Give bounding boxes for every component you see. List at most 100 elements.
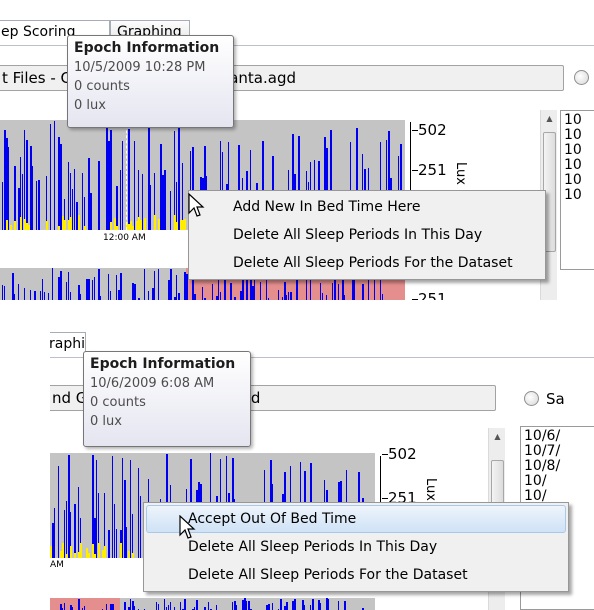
activity-bar (302, 600, 304, 610)
scroll-up-icon[interactable]: ▲ (489, 428, 506, 445)
activity-bar (44, 292, 45, 300)
activity-bar (116, 186, 118, 230)
activity-bar (110, 604, 112, 610)
activity-bar (40, 291, 41, 300)
activity-bar (54, 121, 55, 230)
activity-bar (92, 280, 93, 300)
lux-bar (78, 215, 80, 230)
activity-bar (142, 174, 143, 230)
activity-bar (66, 282, 67, 300)
list-item[interactable]: 10 (564, 143, 594, 158)
activity-bar (4, 286, 5, 300)
lux-bar (128, 551, 130, 558)
menu-item-delete-dataset-periods[interactable]: Delete All Sleep Periods For the Dataset (146, 561, 566, 589)
midnight-marker (126, 120, 127, 230)
menu-item-add-in-bed-time[interactable]: Add New In Bed Time Here (191, 193, 543, 221)
lux-bar (6, 220, 8, 230)
scroll-up-icon[interactable]: ▲ (541, 110, 558, 127)
list-item[interactable]: 10/ (524, 474, 594, 489)
activity-bar (252, 286, 254, 300)
activity-bar (268, 298, 269, 300)
activity-bar (164, 599, 165, 610)
activity-bar (178, 293, 180, 300)
list-item[interactable]: 10 (564, 113, 594, 128)
lux-bar (154, 215, 156, 230)
list-item[interactable]: 10/6/ (524, 429, 594, 444)
lux-bar (116, 226, 118, 230)
lux-bar (110, 222, 112, 230)
activity-bar (18, 188, 20, 230)
radio-button[interactable] (574, 70, 589, 85)
list-item[interactable]: 10/8/ (524, 459, 594, 474)
activity-bar (120, 273, 122, 300)
menu-item-delete-day-periods[interactable]: Delete All Sleep Periods In This Day (191, 221, 543, 249)
list-item[interactable]: 10 (564, 188, 594, 203)
activity-bar (148, 124, 150, 230)
activity-bar (130, 599, 131, 610)
activity-bar (168, 280, 170, 300)
activity-bar (66, 501, 67, 558)
activity-bar (284, 282, 286, 300)
lux-bar (130, 221, 132, 230)
lux-bar (114, 218, 116, 230)
lux-bar (58, 226, 60, 230)
activity-bar (134, 141, 135, 230)
menu-item-delete-dataset-periods[interactable]: Delete All Sleep Periods For the Dataset (191, 249, 543, 277)
activity-bar (266, 605, 268, 610)
activity-bar (84, 197, 85, 230)
activity-bar (14, 294, 15, 300)
activity-bar (374, 277, 375, 300)
activity-bar (182, 163, 183, 230)
list-item[interactable]: 10 (564, 128, 594, 143)
activity-bar (68, 272, 69, 300)
activity-bar (282, 297, 283, 300)
activity-bar (246, 601, 247, 610)
sleep-period-list[interactable]: 10 10 10 10 10 10 (560, 110, 594, 270)
menu-item-accept-out-of-bed-time[interactable]: Accept Out Of Bed Time (146, 505, 566, 533)
activity-bar (60, 271, 62, 300)
activity-bar (54, 508, 55, 558)
activity-bar (94, 518, 96, 558)
y-axis-label: Lux (453, 162, 468, 185)
list-item[interactable]: 10/7/ (524, 444, 594, 459)
activity-bar (304, 605, 305, 610)
tooltip-datetime: 10/5/2009 10:28 PM (74, 60, 206, 75)
activity-bar (2, 285, 3, 300)
radio-button[interactable] (524, 391, 539, 406)
lux-bar (120, 543, 122, 558)
activity-bar (122, 141, 123, 230)
activity-bar (48, 293, 49, 300)
activity-bar (76, 202, 78, 230)
activity-bar (152, 288, 154, 300)
context-menu: Add New In Bed Time Here Delete All Slee… (188, 190, 546, 280)
activity-bar (24, 288, 25, 300)
list-item[interactable]: 10 (564, 173, 594, 188)
lux-bar (104, 546, 106, 558)
lux-bar (92, 544, 94, 558)
lux-bar (86, 548, 88, 558)
activity-bar (176, 275, 177, 300)
lux-bar (26, 223, 28, 230)
activity-bar (86, 279, 88, 300)
list-item[interactable]: 10 (564, 158, 594, 173)
menu-item-delete-day-periods[interactable]: Delete All Sleep Periods In This Day (146, 533, 566, 561)
activity-bar (232, 602, 233, 610)
lux-bar (132, 226, 134, 230)
activity-bar (332, 283, 333, 300)
activity-bar (58, 277, 60, 300)
activity-bar (138, 298, 140, 300)
lux-bar (10, 225, 12, 230)
activity-bar (162, 175, 164, 230)
activity-bar (98, 269, 100, 300)
activity-bar (108, 141, 110, 230)
lux-bar (74, 553, 76, 558)
activity-bar (242, 600, 244, 610)
activity-bar (88, 279, 90, 300)
activity-bar (382, 294, 383, 300)
activity-bar (12, 273, 14, 300)
activity-bar (30, 290, 31, 300)
lux-bar (28, 225, 30, 230)
activity-bar (268, 604, 270, 610)
activity-chart-next-day[interactable] (50, 598, 375, 610)
tab-graphing[interactable]: raphi (50, 332, 86, 357)
